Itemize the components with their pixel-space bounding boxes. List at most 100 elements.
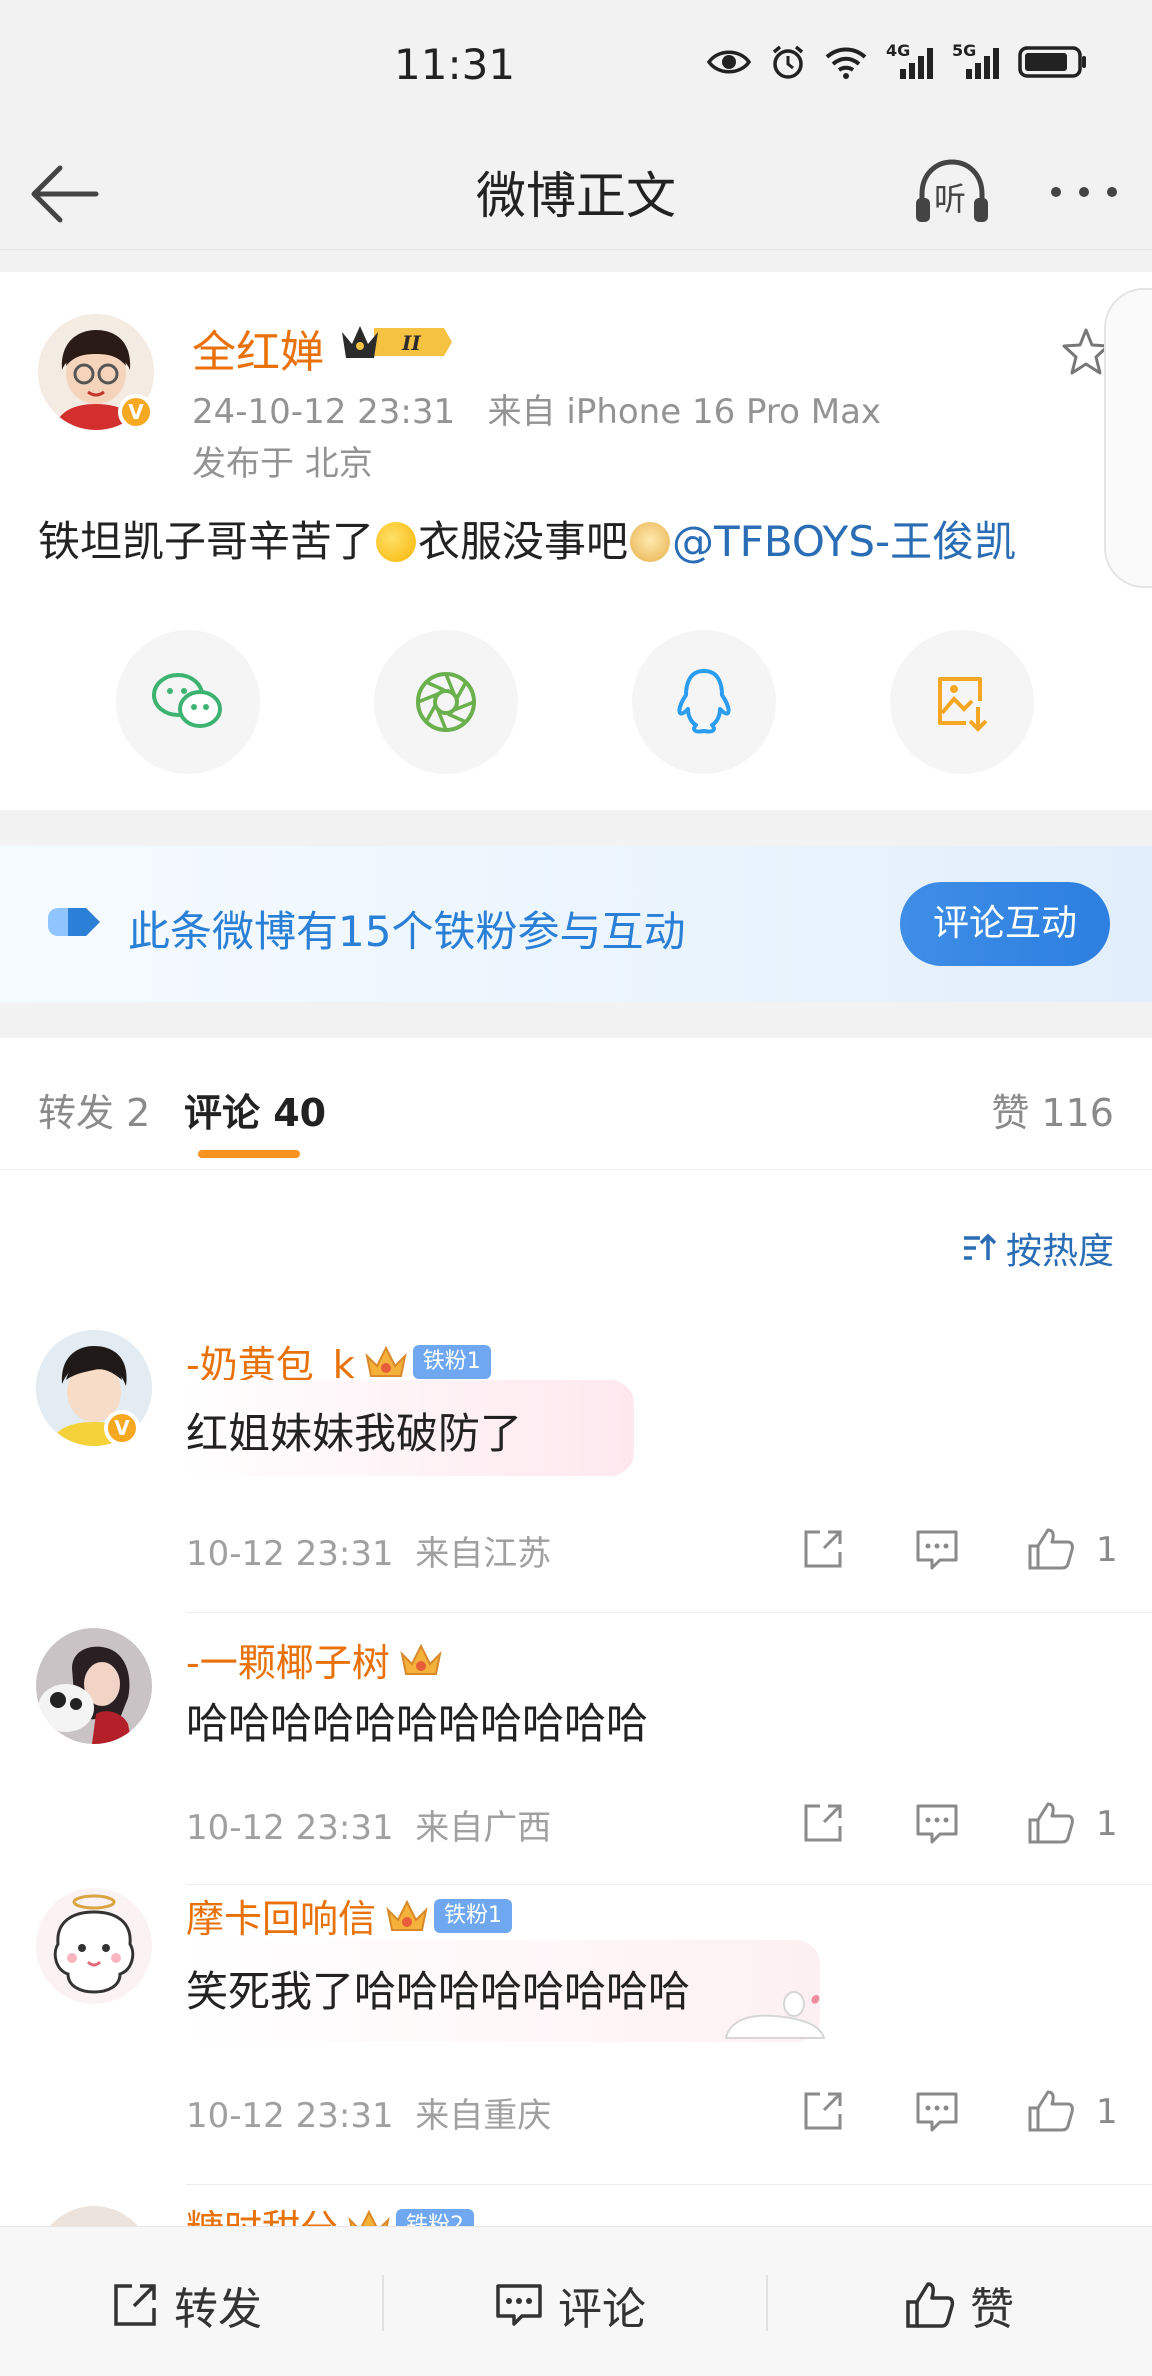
reply-icon[interactable] bbox=[914, 2088, 960, 2134]
post-text-part-1: 铁坦凯子哥辛苦了 bbox=[38, 517, 375, 566]
badge-level: II bbox=[401, 331, 421, 355]
tab-comment[interactable]: 评论 40 bbox=[184, 1082, 326, 1137]
comment-item: -一颗椰子树 哈哈哈哈哈哈哈哈哈哈哈 10-12 23:31 来自广西 1 bbox=[0, 1628, 1152, 1885]
tab-repost[interactable]: 转发 2 bbox=[38, 1082, 150, 1137]
crown-icon bbox=[400, 1643, 442, 1675]
comment-actions: 1 bbox=[800, 1800, 1118, 1850]
commenter-name[interactable]: 摩卡回响信 铁粉1 bbox=[186, 1888, 513, 1943]
listen-button[interactable]: 听 bbox=[912, 154, 992, 234]
comment-time: 10-12 23:31 bbox=[186, 1808, 394, 1848]
bottom-divider bbox=[382, 2275, 384, 2331]
commenter-name-text: -一颗椰子树 bbox=[186, 1641, 390, 1685]
tab-like[interactable]: 赞 116 bbox=[991, 1082, 1114, 1137]
comment-meta: 10-12 23:31 来自广西 bbox=[186, 1800, 551, 1849]
post-content: 铁坦凯子哥辛苦了 衣服没事吧 @TFBOYS-王俊凯 bbox=[38, 508, 1016, 569]
comment-item: 糖时甜分 铁粉2 bbox=[0, 2186, 1152, 2226]
signal-5g-icon: 5G bbox=[952, 41, 1000, 79]
commenter-name[interactable]: 糖时甜分 铁粉2 bbox=[186, 2198, 475, 2226]
crown-icon bbox=[365, 1345, 407, 1377]
commenter-avatar[interactable] bbox=[36, 1628, 152, 1744]
comment-time: 10-12 23:31 bbox=[186, 2096, 394, 2136]
post-author-name[interactable]: 全红婵 bbox=[192, 316, 324, 380]
share-wechat-button[interactable] bbox=[116, 630, 260, 774]
post-source: 来自 iPhone 16 Pro Max bbox=[487, 392, 882, 432]
fan-level-tag: 铁粉2 bbox=[396, 2208, 475, 2226]
fan-interaction-text: 此条微博有15个铁粉参与互动 bbox=[128, 907, 686, 956]
reply-icon[interactable] bbox=[914, 1526, 960, 1572]
like-button[interactable]: 赞 bbox=[904, 2273, 1014, 2337]
like-count: 1 bbox=[1096, 1804, 1118, 1844]
verified-badge: V bbox=[104, 1410, 140, 1446]
comment-actions: 1 bbox=[800, 1526, 1118, 1576]
share-row bbox=[0, 630, 1152, 776]
post-meta: 24-10-12 23:31 来自 iPhone 16 Pro Max bbox=[192, 384, 881, 433]
save-image-button[interactable] bbox=[890, 630, 1034, 774]
bottom-action-bar: 转发 评论 赞 bbox=[0, 2226, 1152, 2376]
comment-location: 来自广西 bbox=[415, 1808, 552, 1848]
save-image-icon bbox=[938, 677, 988, 732]
comment-list: 按热度 V -奶黄包_k 铁粉1 红姐妹妹我破防了 10-12 23:31 来自… bbox=[0, 1170, 1152, 2226]
fan-interaction-icon bbox=[48, 908, 100, 936]
post-mention-link[interactable]: @TFBOYS-王俊凯 bbox=[672, 517, 1016, 566]
post-location: 发布于 北京 bbox=[192, 444, 373, 484]
post-tabs: 转发 2 评论 40 赞 116 bbox=[0, 1038, 1152, 1170]
commenter-name-text: 糖时甜分 bbox=[186, 2198, 338, 2226]
signal-4g-icon: 4G bbox=[886, 41, 934, 79]
comment-button[interactable]: 评论 bbox=[494, 2273, 646, 2337]
status-bar: 11:31 4G 5G bbox=[0, 0, 1152, 130]
post-text-part-2: 衣服没事吧 bbox=[418, 517, 629, 566]
like-label: 赞 bbox=[970, 2284, 1014, 2335]
like-icon[interactable] bbox=[1026, 1800, 1076, 1846]
share-icon[interactable] bbox=[800, 2088, 846, 2134]
more-options-icon[interactable] bbox=[1046, 174, 1122, 210]
like-count: 1 bbox=[1096, 2092, 1118, 2132]
share-icon[interactable] bbox=[800, 1526, 846, 1572]
bunny-sticker-icon bbox=[724, 1991, 826, 2039]
comment-label: 评论 bbox=[558, 2284, 646, 2335]
comment-meta: 10-12 23:31 来自江苏 bbox=[186, 1526, 551, 1575]
commenter-name[interactable]: -一颗椰子树 bbox=[186, 1632, 444, 1687]
fan-interaction-banner: 此条微博有15个铁粉参与互动 评论互动 bbox=[0, 846, 1152, 1002]
repost-label: 转发 bbox=[174, 2284, 262, 2335]
comment-text: 红姐妹妹我破防了 bbox=[186, 1409, 523, 1458]
like-icon[interactable] bbox=[1026, 2088, 1076, 2134]
moments-icon bbox=[416, 672, 476, 732]
comment-actions: 1 bbox=[800, 2088, 1118, 2138]
bottom-divider bbox=[766, 2275, 768, 2331]
comment-text: 哈哈哈哈哈哈哈哈哈哈哈 bbox=[186, 1699, 649, 1748]
fan-level-tag: 铁粉1 bbox=[412, 1344, 491, 1379]
comment-location: 来自重庆 bbox=[415, 2096, 552, 2136]
commenter-avatar[interactable] bbox=[36, 1888, 152, 2004]
share-moments-button[interactable] bbox=[374, 630, 518, 774]
post-card: V 全红婵 II 24-10-12 23:31 来自 iPhone 16 Pro… bbox=[0, 272, 1152, 810]
comment-interact-button[interactable]: 评论互动 bbox=[900, 882, 1110, 966]
comment-icon bbox=[496, 2284, 542, 2326]
reply-icon[interactable] bbox=[914, 1800, 960, 1846]
comment-time: 10-12 23:31 bbox=[186, 1534, 394, 1574]
comment-text: 笑死我了哈哈哈哈哈哈哈哈 bbox=[186, 1967, 691, 2016]
repost-icon bbox=[114, 2284, 156, 2326]
share-icon[interactable] bbox=[800, 1800, 846, 1846]
like-icon[interactable] bbox=[1026, 1526, 1076, 1572]
comment-divider bbox=[186, 1612, 1152, 1613]
wechat-icon bbox=[152, 673, 222, 728]
comment-divider bbox=[186, 2184, 1152, 2185]
qq-icon bbox=[677, 669, 731, 734]
repost-button[interactable]: 转发 bbox=[110, 2273, 262, 2337]
commenter-name-text: 摩卡回响信 bbox=[186, 1897, 377, 1941]
commenter-avatar[interactable] bbox=[36, 2206, 152, 2226]
doge-emoji-icon bbox=[630, 522, 671, 562]
sort-button[interactable]: 按热度 bbox=[962, 1222, 1114, 1274]
verified-badge: V bbox=[118, 394, 154, 430]
eye-icon bbox=[706, 50, 752, 74]
like-count: 1 bbox=[1096, 1530, 1118, 1570]
share-qq-button[interactable] bbox=[632, 630, 776, 774]
member-badge: II bbox=[340, 320, 456, 368]
comment-meta: 10-12 23:31 来自重庆 bbox=[186, 2088, 551, 2137]
crown-icon bbox=[386, 1899, 428, 1931]
side-drawer-tab[interactable] bbox=[1104, 288, 1152, 588]
nav-bar: 微博正文 听 bbox=[0, 130, 1152, 250]
alarm-icon bbox=[772, 45, 804, 79]
fan-level-tag: 铁粉1 bbox=[434, 1898, 513, 1933]
crown-icon bbox=[348, 2209, 390, 2226]
